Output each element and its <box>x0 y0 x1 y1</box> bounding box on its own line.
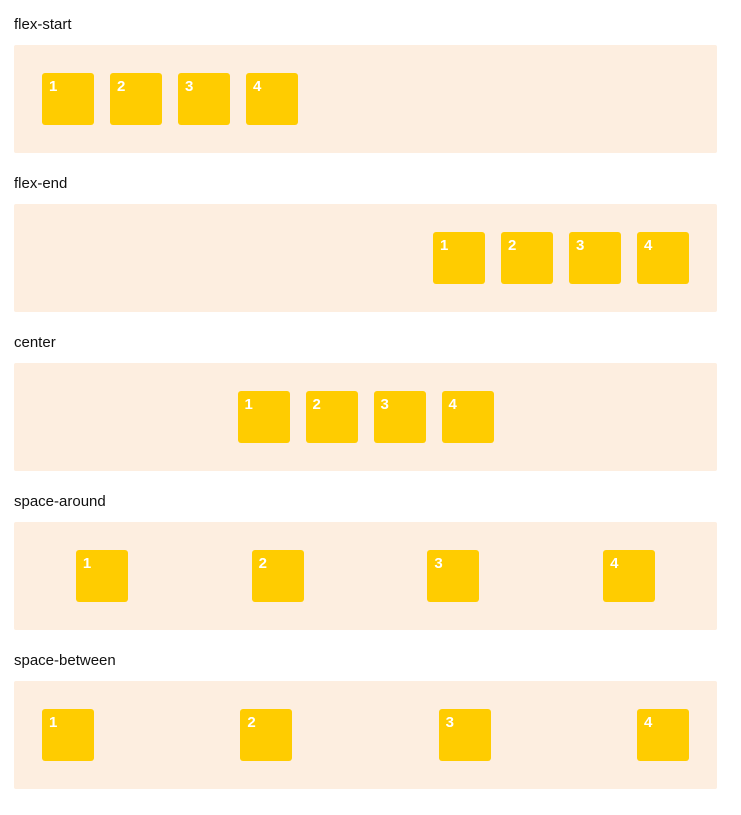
flex-item-label: 4 <box>610 555 619 572</box>
demo-space-between: space-between 1 2 3 4 <box>14 652 717 789</box>
flex-item-label: 3 <box>445 714 454 731</box>
flex-item: 2 <box>305 391 358 443</box>
flex-item: 2 <box>110 73 162 125</box>
flex-item-label: 1 <box>244 396 253 413</box>
flex-item-label: 1 <box>82 555 92 572</box>
flex-item-label: 4 <box>643 714 653 731</box>
flex-item: 4 <box>246 73 298 125</box>
section-title: flex-start <box>14 16 72 33</box>
flex-item: 1 <box>433 232 485 284</box>
flex-item: 3 <box>178 73 230 125</box>
flex-item: 1 <box>42 73 94 125</box>
flex-item-label: 3 <box>576 237 585 254</box>
flex-item-label: 1 <box>49 714 58 731</box>
flex-container: 1 2 3 4 <box>14 204 717 312</box>
flex-item-label: 2 <box>247 714 256 731</box>
flex-item-label: 4 <box>644 237 653 254</box>
flex-container: 1 2 3 4 <box>14 45 717 153</box>
flex-item-label: 3 <box>380 396 389 413</box>
flex-item-label: 2 <box>312 396 321 413</box>
flex-item: 4 <box>603 550 656 602</box>
flex-item: 4 <box>636 709 689 761</box>
flex-item: 4 <box>637 232 689 284</box>
flex-item: 3 <box>438 709 491 761</box>
section-title: space-between <box>14 652 116 669</box>
flex-item-label: 1 <box>440 237 449 254</box>
flex-item-label: 1 <box>49 78 58 95</box>
flex-item: 1 <box>237 391 290 443</box>
demo-flex-start: flex-start 1 2 3 4 <box>14 16 717 153</box>
flex-container: 1 2 3 4 <box>14 681 717 789</box>
flex-item: 2 <box>251 550 304 602</box>
flex-item: 2 <box>501 232 553 284</box>
flex-container: 1 2 3 4 <box>14 522 717 630</box>
section-title: flex-end <box>14 175 68 192</box>
section-title: space-around <box>14 493 106 510</box>
flex-container: 1 2 3 4 <box>14 363 717 471</box>
flex-item: 3 <box>373 391 426 443</box>
demo-flex-end: flex-end 1 2 3 4 <box>14 175 717 312</box>
flex-item-label: 2 <box>117 78 126 95</box>
flex-item: 4 <box>441 391 494 443</box>
flex-item-label: 2 <box>508 237 517 254</box>
flex-item: 1 <box>42 709 94 761</box>
flex-item: 1 <box>75 550 128 602</box>
flex-item-label: 4 <box>253 78 262 95</box>
section-title: center <box>14 334 56 351</box>
flex-item: 2 <box>240 709 293 761</box>
flex-item-label: 4 <box>448 396 457 413</box>
flex-item: 3 <box>427 550 480 602</box>
flex-item: 3 <box>569 232 621 284</box>
demo-space-around: space-around 1 2 3 4 <box>14 493 717 630</box>
flex-item-label: 3 <box>434 555 443 572</box>
demo-center: center 1 2 3 4 <box>14 334 717 471</box>
flex-item-label: 2 <box>258 555 267 572</box>
flex-item-label: 3 <box>185 78 194 95</box>
